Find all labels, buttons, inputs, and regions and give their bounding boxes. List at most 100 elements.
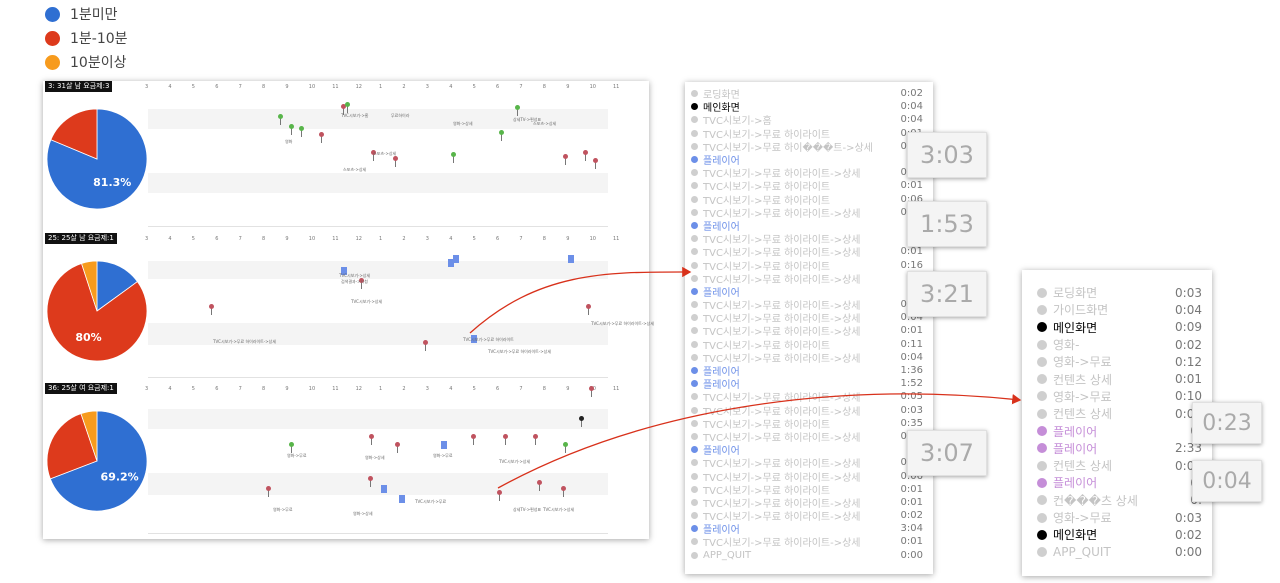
timeline-event-marker xyxy=(563,154,568,165)
log-screen-label: 컨텐츠 상세 xyxy=(1053,372,1113,387)
axis-tick-label: 7 xyxy=(238,386,242,392)
axis-tick-label: 7 xyxy=(519,386,523,392)
log-row: TVC시보기->무료 하이라이트->상세0:03 xyxy=(691,298,923,312)
log-row: TVC시보기->무료 하이라이트 0:06 xyxy=(691,193,923,207)
axis-tick-label: 8 xyxy=(542,386,546,392)
log-duration: 1:52 xyxy=(900,378,923,390)
timeline-event-marker xyxy=(441,441,447,449)
axis-tick-label: 11 xyxy=(332,386,339,392)
timeline-event-note: 검색결과->시청 xyxy=(341,279,368,284)
log-duration: 1:36 xyxy=(900,365,923,377)
log-row: TVC시보기->무료 하이���트->상세0:01 xyxy=(691,140,923,154)
marker-head xyxy=(451,152,456,157)
log-row-left: 로딩화면 xyxy=(1037,284,1097,301)
log-status-dot xyxy=(1037,460,1047,471)
log-screen-label: 플레이어 xyxy=(1053,441,1098,456)
log-row-left: TVC시보기->무료 하이라이트->상세 xyxy=(691,534,861,549)
log-status-dot xyxy=(691,446,698,454)
axis-tick-label: 7 xyxy=(519,84,523,90)
legend-item: 1분미만 xyxy=(45,2,128,26)
legend-label: 1분미만 xyxy=(70,7,118,23)
log-screen-label: 메인화면 xyxy=(1053,528,1098,543)
log-status-dot xyxy=(1037,529,1047,540)
axis-tick-label: 7 xyxy=(238,84,242,90)
log-status-dot xyxy=(691,248,698,256)
log-status-dot xyxy=(691,459,698,467)
timeline-event-note: TVC시보기->상세 xyxy=(543,507,575,512)
axis-tick-label: 12 xyxy=(355,236,362,242)
marker-head xyxy=(345,102,350,107)
lane-divider xyxy=(148,377,608,378)
axis-tick-label: 3 xyxy=(145,84,149,90)
timeline-event-note: 영화->무료 xyxy=(273,507,293,512)
axis-tick-label: 12 xyxy=(355,386,362,392)
timeline-event-marker xyxy=(471,434,476,445)
log-row: 영화->무료 0:12 xyxy=(1037,353,1202,370)
log-row: TVC시보기->무료 하이라이트->상세0:03 xyxy=(691,166,923,180)
log-status-dot xyxy=(691,287,698,295)
timeline-event-note: 상세TV->편성표 xyxy=(513,507,542,512)
log-status-dot xyxy=(691,274,698,282)
marker-head xyxy=(471,434,476,439)
timeline-event-marker xyxy=(593,158,598,169)
axis-tick-label: 6 xyxy=(215,236,219,242)
log-screen-label: 컨���츠 상세 xyxy=(1053,493,1138,508)
duration-badge: 0:23 xyxy=(1192,402,1262,444)
marker-head xyxy=(515,105,520,110)
timeline-event-marker xyxy=(299,126,304,137)
log-status-dot xyxy=(1037,512,1047,523)
marker-head xyxy=(319,132,324,137)
timeline-event-marker xyxy=(579,416,584,427)
timeline-event-note: 스포츠->상세 xyxy=(373,151,397,156)
log-row: 영화->무료 0:10 xyxy=(1037,388,1202,405)
axis-tick-label: 10 xyxy=(308,386,316,392)
log-row: 플레이어 2:33 xyxy=(1037,440,1202,457)
axis-tick-label: 6 xyxy=(215,84,219,90)
marker-head xyxy=(423,340,428,345)
log-row: 가이드화면 0:04 xyxy=(1037,301,1202,318)
log-status-dot xyxy=(1037,477,1047,488)
log-screen-label: 컨텐츠 상세 xyxy=(1053,459,1113,474)
log-row-left: 메인화면 xyxy=(1037,526,1097,543)
time-axis: 34567891011121234567891011 xyxy=(43,81,649,95)
axis-tick-label: 2 xyxy=(402,386,406,392)
log-row: 로딩화면 0:02 xyxy=(691,87,923,101)
timeline-event-marker xyxy=(368,476,373,487)
log-status-dot xyxy=(691,380,698,388)
axis-tick-label: 10 xyxy=(308,84,316,90)
timeline-event-note: 영화->무료 xyxy=(287,453,307,458)
marker-head xyxy=(499,130,504,135)
log-row: 컨���츠 상세0: xyxy=(1037,492,1202,509)
log-duration: 0:16 xyxy=(900,259,923,271)
log-row: 컨텐츠 상세 0:01 xyxy=(1037,405,1202,422)
axis-tick-label: 6 xyxy=(496,236,500,242)
log-row: TVC시보기->무료 하이라이트->상세0:06 xyxy=(691,469,923,484)
log-duration: 0:01 xyxy=(900,496,923,508)
axis-tick-label: 5 xyxy=(191,84,195,90)
axis-tick-label: 6 xyxy=(496,386,500,392)
log-duration: 0:04 xyxy=(900,351,923,363)
log-status-dot xyxy=(691,90,698,98)
axis-tick-label: 10 xyxy=(589,236,596,242)
log-duration: 0:12 xyxy=(1175,354,1202,369)
log-status-dot xyxy=(1037,443,1047,454)
timeline-event-note: 무료하이라 xyxy=(391,113,410,118)
log-duration: 0:04 xyxy=(1175,302,1202,317)
log-screen-label: 로딩화면 xyxy=(1053,286,1098,301)
log-row: 메인화면 0:09 xyxy=(1037,319,1202,336)
log-row-left: 컨텐츠 상세 xyxy=(1037,457,1112,474)
timeline-event-marker xyxy=(533,434,538,445)
log-row: TVC시보기->무료 하이라이트->상세0:01 xyxy=(691,324,923,338)
timeline-event-marker xyxy=(289,124,294,135)
log-status-dot xyxy=(691,208,698,216)
log-duration: 0:09 xyxy=(1175,320,1202,335)
timeline-event-marker xyxy=(278,114,283,125)
log-row: TVC시보기->무료 하이라이트->상세0: xyxy=(691,232,923,246)
log-row: TVC시보기->무료 하이라이트0:01 xyxy=(691,483,923,497)
log-status-dot xyxy=(691,498,698,506)
log-duration: 0:01 xyxy=(1175,372,1202,387)
timeline-event-marker xyxy=(563,442,568,453)
marker-head xyxy=(579,416,584,421)
timeline-event-marker xyxy=(561,486,566,497)
log-duration: 0:05 xyxy=(900,391,923,403)
